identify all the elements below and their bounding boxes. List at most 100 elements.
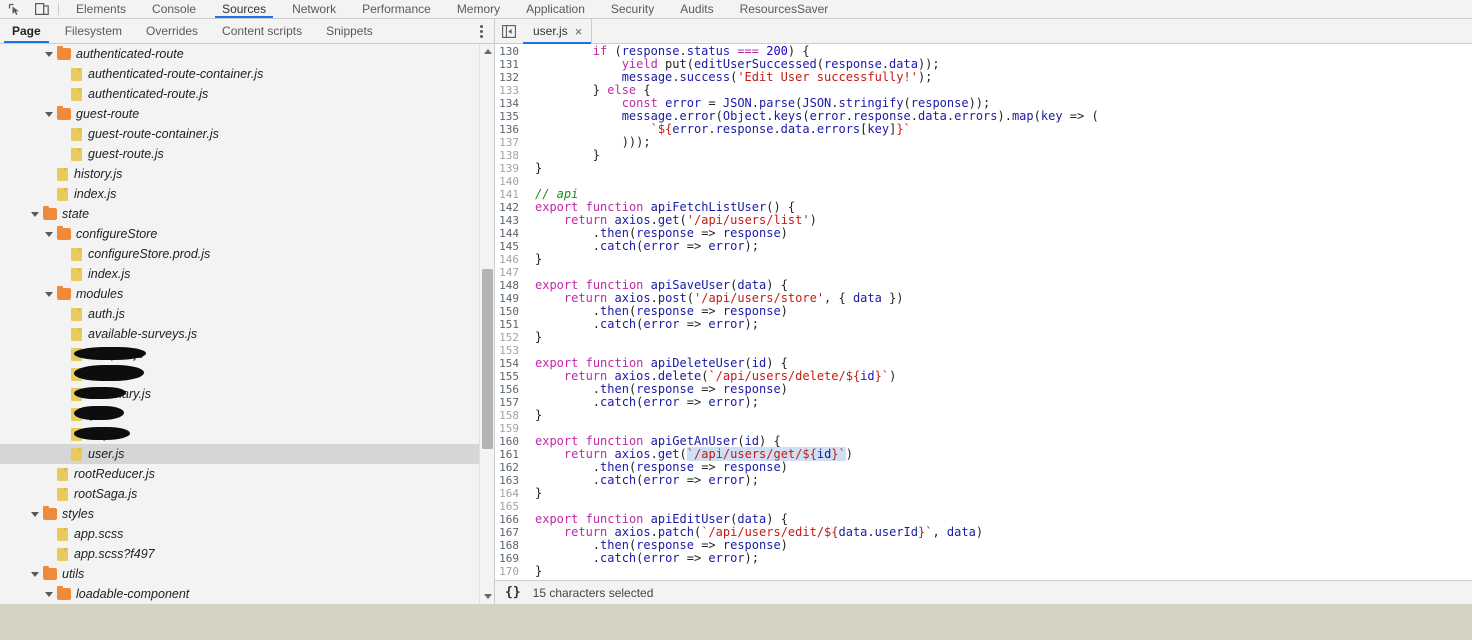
tab-elements[interactable]: Elements <box>63 0 139 18</box>
line-number[interactable]: 154 <box>495 357 525 370</box>
line-number[interactable]: 153 <box>495 344 525 357</box>
chevron-down-icon[interactable] <box>30 209 41 220</box>
tree-folder-row[interactable]: modules <box>0 284 494 304</box>
line-number[interactable]: 144 <box>495 227 525 240</box>
tree-folder-row[interactable]: state <box>0 204 494 224</box>
line-number[interactable]: 170 <box>495 565 525 578</box>
line-number[interactable]: 165 <box>495 500 525 513</box>
file-tree[interactable]: authenticated-route authenticated-route-c… <box>0 44 494 604</box>
device-toolbar-icon[interactable] <box>28 0 56 18</box>
code-line[interactable]: 163 .catch(error => error); <box>495 474 1472 488</box>
tree-file-row[interactable]: configureStore.prod.js <box>0 244 494 264</box>
line-number[interactable]: 134 <box>495 97 525 110</box>
line-number[interactable]: 131 <box>495 58 525 71</box>
tree-file-row[interactable]: available-surveys.js <box>0 324 494 344</box>
tab-console[interactable]: Console <box>139 0 209 18</box>
tree-folder-row[interactable]: configureStore <box>0 224 494 244</box>
tree-file-row[interactable]: rootSaga.js <box>0 484 494 504</box>
navigator-scrollbar[interactable] <box>479 44 494 604</box>
code-line[interactable]: 157 .catch(error => error); <box>495 396 1472 410</box>
editor-tab-user-js[interactable]: user.js × <box>523 19 593 44</box>
chevron-down-icon[interactable] <box>44 589 55 600</box>
tree-file-row[interactable]: summary.js <box>0 384 494 404</box>
tree-folder-row[interactable]: guest-route <box>0 104 494 124</box>
code-line[interactable]: 151 .catch(error => error); <box>495 318 1472 332</box>
tree-file-row[interactable]: history.js <box>0 164 494 184</box>
code-line[interactable]: 145 .catch(error => error); <box>495 240 1472 254</box>
chevron-down-icon[interactable] <box>30 509 41 520</box>
chevron-down-icon[interactable] <box>30 569 41 580</box>
tree-file-row[interactable]: app.scss <box>0 524 494 544</box>
line-number[interactable]: 166 <box>495 513 525 526</box>
chevron-down-icon[interactable] <box>44 109 55 120</box>
subtab-overrides[interactable]: Overrides <box>134 19 210 43</box>
tab-security[interactable]: Security <box>598 0 667 18</box>
code-line[interactable]: 164} <box>495 487 1472 501</box>
line-number[interactable]: 162 <box>495 461 525 474</box>
line-number[interactable]: 164 <box>495 487 525 500</box>
line-number[interactable]: 163 <box>495 474 525 487</box>
scroll-down-arrow-icon[interactable] <box>480 589 495 604</box>
tab-performance[interactable]: Performance <box>349 0 444 18</box>
line-number[interactable]: 167 <box>495 526 525 539</box>
tab-memory[interactable]: Memory <box>444 0 513 18</box>
line-number[interactable]: 139 <box>495 162 525 175</box>
line-number[interactable]: 169 <box>495 552 525 565</box>
code-line[interactable]: 152} <box>495 331 1472 345</box>
more-options-icon[interactable] <box>468 19 494 43</box>
code-line[interactable]: 146} <box>495 253 1472 267</box>
code-line[interactable]: 140 <box>495 175 1472 188</box>
tree-folder-row[interactable]: styles <box>0 504 494 524</box>
tree-file-row[interactable]: guest-route-container.js <box>0 124 494 144</box>
line-number[interactable]: 140 <box>495 175 525 188</box>
close-icon[interactable]: × <box>575 25 583 38</box>
tree-file-row[interactable]: index.js <box>0 184 494 204</box>
tree-file-row[interactable]: user.js <box>0 444 494 464</box>
code-line[interactable]: 169 .catch(error => error); <box>495 552 1472 566</box>
tree-file-row[interactable]: app.scss?f497 <box>0 544 494 564</box>
tree-file-row[interactable]: us.js <box>0 424 494 444</box>
line-number[interactable]: 145 <box>495 240 525 253</box>
line-number[interactable]: 151 <box>495 318 525 331</box>
tree-file-row[interactable]: index.js <box>0 264 494 284</box>
tree-file-row[interactable]: guest-route.js <box>0 144 494 164</box>
line-number[interactable]: 158 <box>495 409 525 422</box>
code-line[interactable]: 158} <box>495 409 1472 423</box>
line-number[interactable]: 133 <box>495 84 525 97</box>
line-number[interactable]: 132 <box>495 71 525 84</box>
line-number[interactable]: 156 <box>495 383 525 396</box>
show-navigator-icon[interactable] <box>495 19 523 43</box>
tab-network[interactable]: Network <box>279 0 349 18</box>
tab-sources[interactable]: Sources <box>209 0 279 18</box>
tab-application[interactable]: Application <box>513 0 598 18</box>
subtab-content-scripts[interactable]: Content scripts <box>210 19 314 43</box>
tree-file-row[interactable]: authenticated-route.js <box>0 84 494 104</box>
tree-folder-row[interactable]: utils <box>0 564 494 584</box>
line-number[interactable]: 161 <box>495 448 525 461</box>
line-number[interactable]: 148 <box>495 279 525 292</box>
tree-folder-row[interactable]: loadable-component <box>0 584 494 604</box>
line-number[interactable]: 168 <box>495 539 525 552</box>
line-number[interactable]: 155 <box>495 370 525 383</box>
code-line[interactable]: 138 } <box>495 149 1472 163</box>
tab-audits[interactable]: Audits <box>667 0 726 18</box>
code-line[interactable]: 137 ))); <box>495 136 1472 150</box>
tree-file-row[interactable]: .js <box>0 404 494 424</box>
tree-file-row[interactable]: authenticated-route-container.js <box>0 64 494 84</box>
line-number[interactable]: 138 <box>495 149 525 162</box>
line-number[interactable]: 135 <box>495 110 525 123</box>
pretty-print-icon[interactable]: {} <box>505 585 521 600</box>
chevron-down-icon[interactable] <box>44 229 55 240</box>
line-number[interactable]: 142 <box>495 201 525 214</box>
subtab-snippets[interactable]: Snippets <box>314 19 385 43</box>
inspect-element-icon[interactable] <box>0 0 28 18</box>
line-number[interactable]: 143 <box>495 214 525 227</box>
line-number[interactable]: 141 <box>495 188 525 201</box>
tree-file-row[interactable]: analyze.js <box>0 344 494 364</box>
code-area[interactable]: 130 if (response.status === 200) {131 yi… <box>495 44 1472 580</box>
line-number[interactable]: 157 <box>495 396 525 409</box>
code-line[interactable]: 170} <box>495 565 1472 579</box>
tree-file-row[interactable]: rootReducer.js <box>0 464 494 484</box>
tab-resourcessaver[interactable]: ResourcesSaver <box>727 0 842 18</box>
scrollbar-thumb[interactable] <box>482 269 493 449</box>
